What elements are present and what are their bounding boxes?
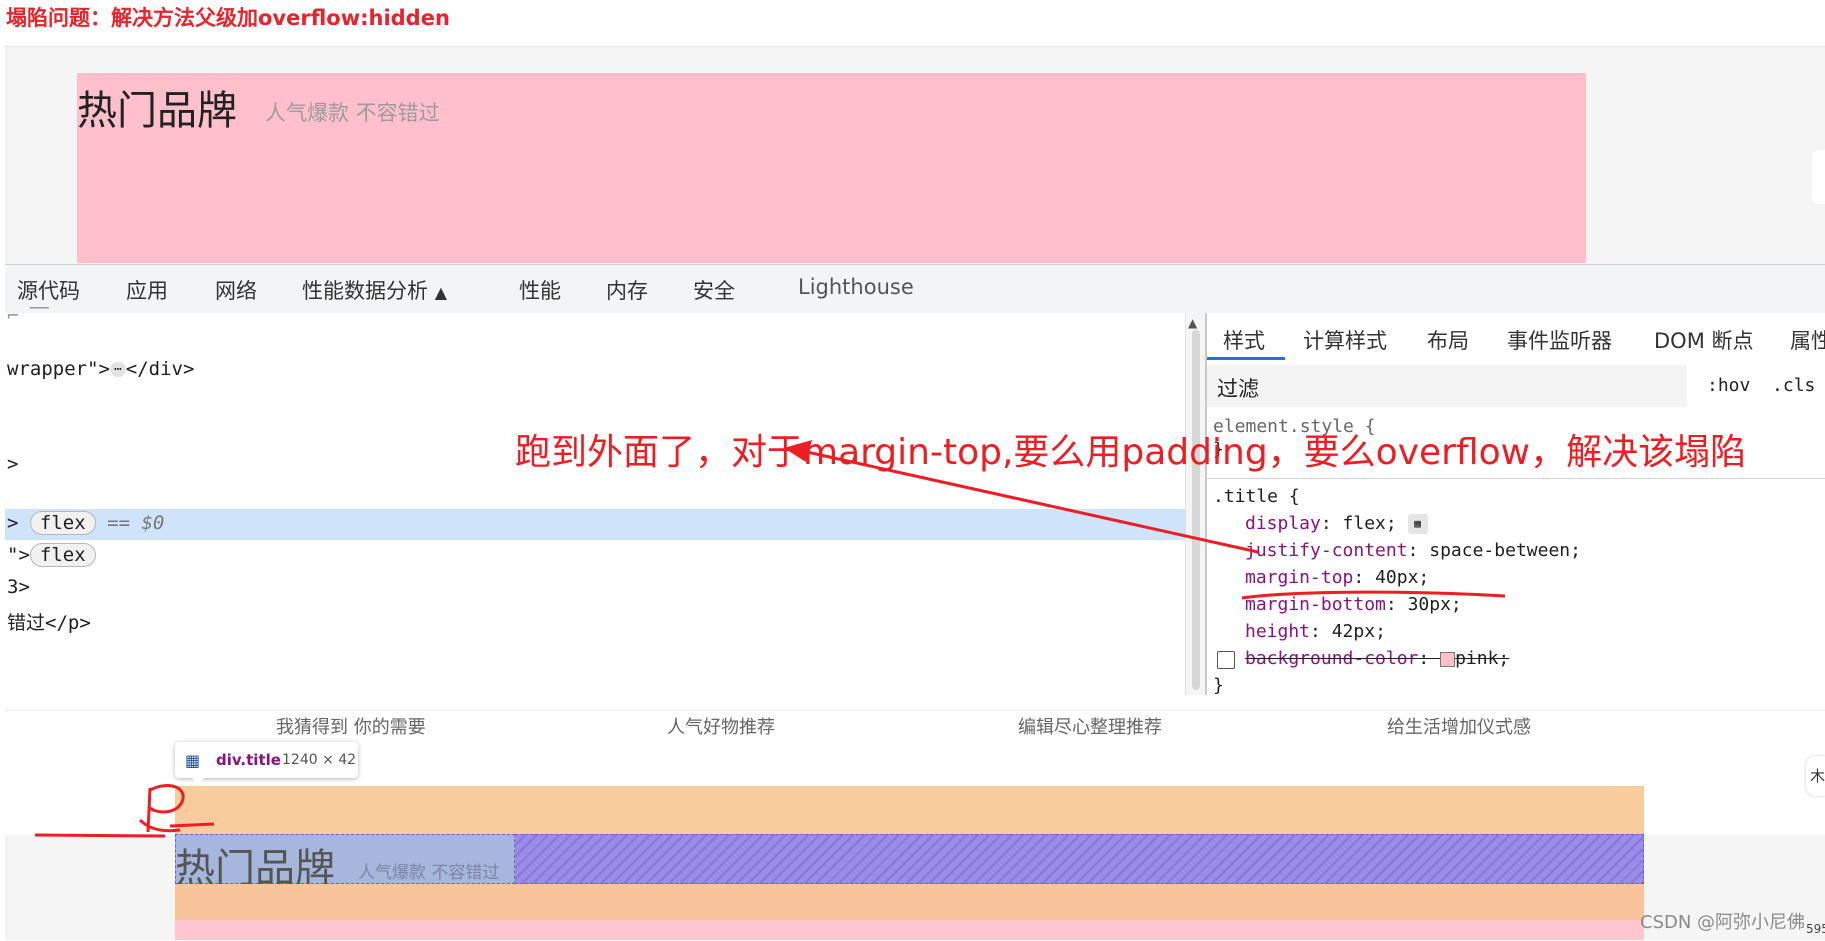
- ellipsis-icon[interactable]: ⋯: [109, 362, 126, 377]
- pink-color-swatch[interactable]: [1440, 651, 1456, 667]
- hov-label: :hov: [1707, 375, 1751, 396]
- decl-height-value: 42px;: [1331, 621, 1386, 642]
- flex-badge-child[interactable]: flex: [29, 543, 96, 567]
- nav-item-guess[interactable]: 我猜得到 你的需要: [276, 713, 426, 739]
- side-float-button[interactable]: [1812, 150, 1825, 204]
- decl-bg-value: pink;: [1455, 648, 1510, 669]
- styles-filter-input[interactable]: [1207, 365, 1687, 407]
- preview-subtitle: 人气爆款 不容错过: [265, 101, 440, 125]
- tab-security[interactable]: 安全: [693, 275, 735, 305]
- page-heading: 塌陷问题：解决方法父级加overflow:hidden: [6, 6, 450, 30]
- margin-bottom-highlight: [175, 884, 1644, 920]
- dom-child-prefix: ">: [7, 544, 30, 566]
- preview-title: 热门品牌: [77, 88, 237, 134]
- tooltip-element-size: 1240 × 42: [282, 752, 357, 768]
- dom-attr-wrapper: wrapper">: [7, 358, 110, 380]
- tab-network[interactable]: 网络: [215, 275, 257, 305]
- dollar-zero-marker: == $0: [107, 512, 165, 534]
- selected-dom-row[interactable]: [5, 509, 1185, 540]
- tab-application[interactable]: 应用: [126, 275, 168, 305]
- elements-scrollbar-thumb[interactable]: [1192, 330, 1200, 690]
- tab-performance-insights-label: 性能数据分析: [302, 279, 428, 303]
- dom-line-h3-close[interactable]: 3>: [7, 576, 30, 598]
- decl-justify-prop: justify-content: [1245, 540, 1408, 561]
- decl-margin-bottom-value: 30px;: [1407, 594, 1462, 615]
- decl-margin-bottom-prop: margin-bottom: [1245, 594, 1386, 615]
- flask-icon: ▲: [434, 283, 447, 302]
- scroll-up-arrow-icon[interactable]: ▲: [1188, 316, 1197, 330]
- watermark: CSDN @阿弥小尼佛: [1640, 912, 1806, 933]
- decl-bg-prop: background-color: [1245, 648, 1419, 669]
- decl-toggle-checkbox[interactable]: [1217, 651, 1235, 669]
- decl-justify-value: space-between;: [1429, 540, 1581, 561]
- decl-margin-top-value: 40px;: [1375, 567, 1430, 588]
- decl-height-prop: height: [1245, 621, 1311, 642]
- decl-background-color[interactable]: background-color: pink;: [1245, 648, 1509, 669]
- dom-close-div: </div>: [125, 358, 195, 380]
- title-selector[interactable]: .title {: [1213, 486, 1300, 507]
- dom-line-wrapper[interactable]: wrapper"> ⋯ </div>: [7, 358, 194, 380]
- devtools-tabbar: 源代码 应用 网络 性能数据分析 ▲ 性能 内存 安全 Lighthouse: [5, 264, 1825, 314]
- corner-number: 595: [1806, 922, 1825, 936]
- tab-performance[interactable]: 性能: [519, 275, 561, 305]
- dom-selected-prefix: >: [7, 512, 19, 534]
- tab-event-listeners[interactable]: 事件监听器: [1507, 325, 1612, 355]
- decl-height[interactable]: height: 42px;: [1245, 621, 1386, 642]
- title-rule-close: }: [1213, 675, 1224, 696]
- filter-placeholder: 过滤: [1217, 377, 1259, 401]
- tab-properties[interactable]: 属性: [1790, 325, 1825, 355]
- decl-display[interactable]: display: flex; ▦: [1245, 513, 1428, 534]
- active-tab-underline: [1207, 357, 1285, 360]
- annotation-text: 跑到外面了，对于margin-top,要么用padding，要么overflow…: [515, 432, 1747, 473]
- tab-sources[interactable]: 源代码: [17, 275, 80, 305]
- decl-justify-content[interactable]: justify-content: space-between;: [1245, 540, 1581, 561]
- styles-panel: 样式 计算样式 布局 事件监听器 DOM 断点 属性 过滤 :hov .cls …: [1207, 313, 1825, 696]
- dom-line-p-close[interactable]: 错过</p>: [7, 608, 91, 635]
- tab-lighthouse[interactable]: Lighthouse: [798, 275, 914, 299]
- dom-line-child[interactable]: "> flex: [7, 543, 96, 567]
- nav-item-popular[interactable]: 人气好物推荐: [667, 713, 775, 739]
- flex-badge[interactable]: flex: [29, 511, 96, 535]
- dom-line-close[interactable]: >: [7, 453, 18, 475]
- dom-line-partial: ⌐ ⎺: [7, 305, 49, 327]
- tab-layout[interactable]: 布局: [1427, 325, 1469, 355]
- tab-memory[interactable]: 内存: [606, 275, 648, 305]
- cls-label[interactable]: .cls: [1772, 375, 1815, 396]
- tab-performance-insights[interactable]: 性能数据分析 ▲: [302, 275, 447, 305]
- tooltip-element-name: div.title: [216, 751, 281, 769]
- tooltip-arrow: [190, 776, 206, 784]
- flexbox-editor-icon[interactable]: ▦: [1407, 514, 1428, 534]
- element-grid-icon: ▦: [185, 751, 201, 770]
- elements-panel: ⌐ ⎺ wrapper"> ⋯ </div> > > flex == $0 "> fl…: [5, 305, 1185, 695]
- inspect-tooltip: ▦ div.title 1240 × 42: [175, 742, 358, 778]
- side-float-tag[interactable]: 木: [1806, 756, 1825, 796]
- decl-margin-top[interactable]: margin-top: 40px;: [1245, 567, 1429, 588]
- nav-item-editor[interactable]: 编辑尽心整理推荐: [1018, 713, 1162, 739]
- nav-item-ritual[interactable]: 给生活增加仪式感: [1387, 713, 1531, 739]
- margin-top-highlight: [175, 786, 1644, 834]
- tab-dom-breakpoints[interactable]: DOM 断点: [1654, 325, 1754, 355]
- decl-margin-bottom[interactable]: margin-bottom: 30px;: [1245, 594, 1462, 615]
- decl-display-prop: display: [1245, 513, 1321, 534]
- decl-display-value: flex;: [1342, 513, 1397, 534]
- highlighted-subtitle: 人气爆款 不容错过: [358, 863, 500, 883]
- decl-margin-top-prop: margin-top: [1245, 567, 1354, 588]
- tab-computed[interactable]: 计算样式: [1303, 325, 1387, 355]
- next-block-pink: [175, 920, 1644, 940]
- rule-separator: [1207, 478, 1825, 479]
- hov-toggle[interactable]: :hov .cls: [1707, 375, 1815, 396]
- dom-line-selected[interactable]: > flex == $0: [7, 511, 164, 535]
- tab-styles[interactable]: 样式: [1223, 325, 1265, 355]
